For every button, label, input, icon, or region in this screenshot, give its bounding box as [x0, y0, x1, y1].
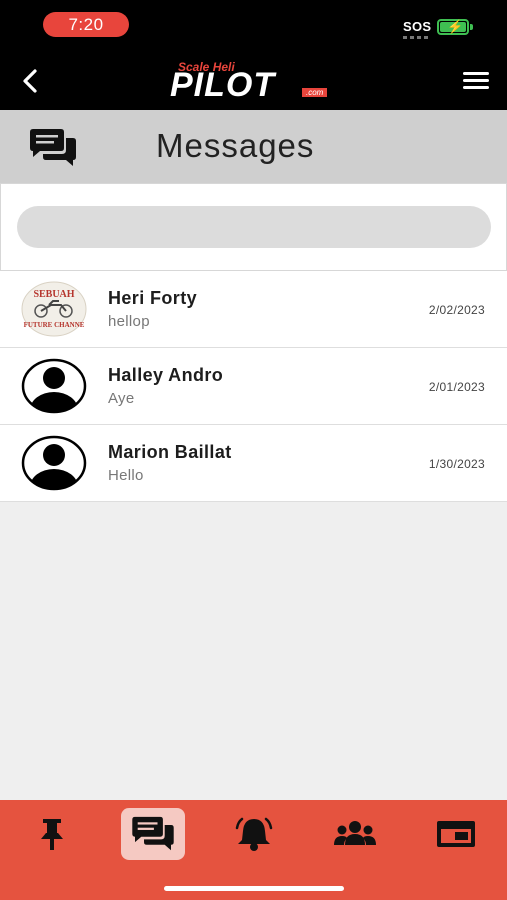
messages-icon: [28, 128, 78, 168]
battery-tip: [470, 24, 473, 30]
conversation-date: 2/01/2023: [428, 380, 485, 394]
conversation-row[interactable]: SEBUAH FUTURE CHANNE Heri Forty hellop 2…: [0, 271, 507, 348]
app-header: Scale Heli PILOT .com: [0, 52, 507, 110]
conversation-list: SEBUAH FUTURE CHANNE Heri Forty hellop 2…: [0, 271, 507, 502]
bottom-nav: [0, 800, 507, 900]
hamburger-menu-icon: [463, 72, 489, 89]
signal-icon: [403, 36, 431, 40]
avatar: SEBUAH FUTURE CHANNE: [21, 281, 87, 337]
search-area: [0, 183, 507, 271]
nav-pinned-button[interactable]: [20, 808, 84, 860]
bell-icon: [235, 817, 273, 851]
chevron-left-icon: [23, 69, 37, 93]
conversation-preview: hellop: [108, 313, 150, 330]
avatar: [21, 358, 87, 414]
nav-messages-button[interactable]: [121, 808, 185, 860]
users-icon: [334, 821, 376, 845]
status-bar: 7:20 SOS ⚡: [0, 0, 507, 52]
conversation-preview: Hello: [108, 467, 144, 484]
motorcycle-logo-avatar-icon: SEBUAH FUTURE CHANNE: [21, 281, 87, 337]
back-button[interactable]: [16, 66, 46, 96]
messages-icon: [132, 816, 174, 851]
avatar-text-top: SEBUAH: [33, 289, 74, 300]
pin-icon: [41, 819, 63, 850]
conversation-row[interactable]: Halley Andro Aye 2/01/2023: [0, 348, 507, 425]
status-time: 7:20: [43, 12, 129, 37]
search-input[interactable]: [17, 206, 491, 248]
home-indicator: [164, 886, 344, 891]
page-title: Messages: [156, 127, 315, 164]
conversation-name: Halley Andro: [108, 365, 224, 385]
conversation-name: Marion Baillat: [108, 442, 232, 462]
menu-button[interactable]: [460, 69, 492, 93]
default-user-avatar-icon: [21, 358, 87, 414]
nav-notifications-button[interactable]: [222, 808, 286, 860]
nav-browser-button[interactable]: [424, 808, 488, 860]
nav-community-button[interactable]: [323, 808, 387, 860]
status-carrier: SOS: [403, 19, 432, 34]
battery-icon: ⚡: [437, 19, 469, 35]
app-logo: Scale Heli PILOT .com: [168, 58, 340, 104]
messages-title-bar: Messages: [0, 110, 507, 183]
avatar: [21, 435, 87, 491]
logo-big-text: PILOT: [170, 66, 276, 104]
conversation-date: 2/02/2023: [428, 303, 485, 317]
avatar-text-bottom: FUTURE CHANNE: [24, 321, 85, 329]
browser-window-icon: [437, 821, 475, 847]
conversation-row[interactable]: Marion Baillat Hello 1/30/2023: [0, 425, 507, 502]
conversation-preview: Aye: [108, 390, 135, 407]
logo-suffix: .com: [302, 88, 328, 97]
default-user-avatar-icon: [21, 435, 87, 491]
conversation-date: 1/30/2023: [428, 457, 485, 471]
conversation-name: Heri Forty: [108, 288, 198, 308]
